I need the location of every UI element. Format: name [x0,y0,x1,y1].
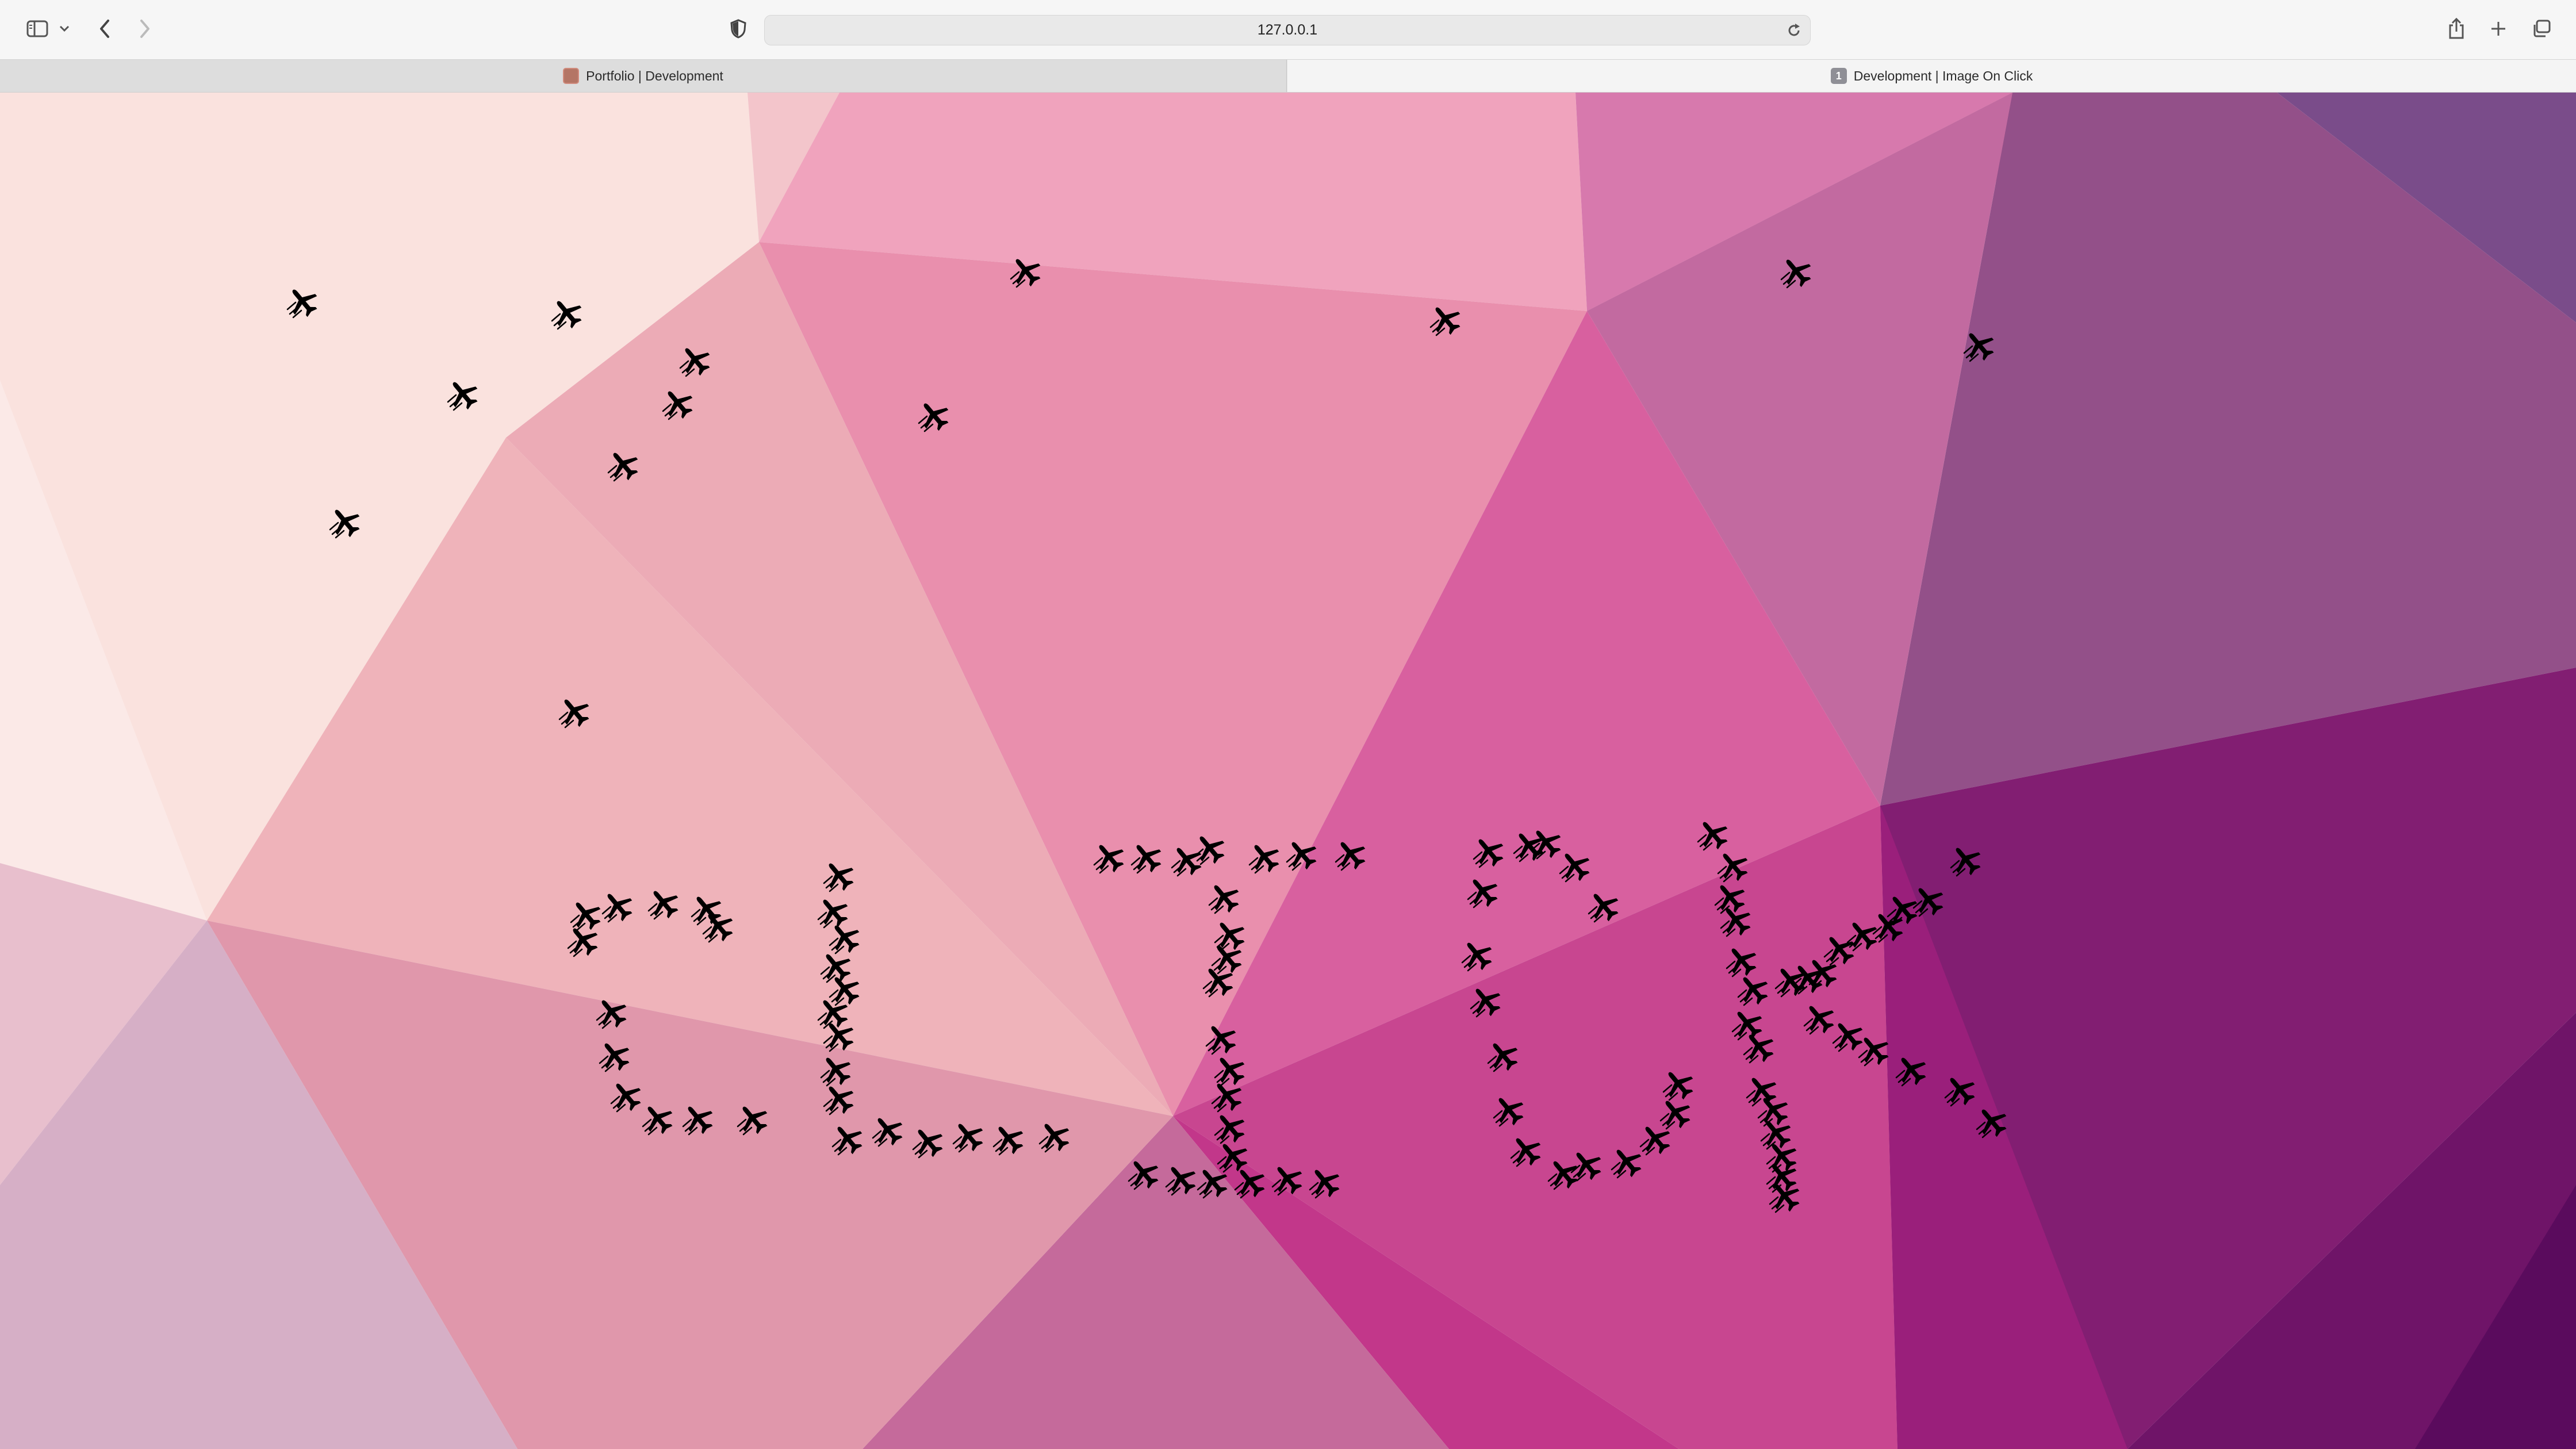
tab-overview-button[interactable] [2528,12,2555,46]
airplane-icon [1973,1103,2011,1141]
airplane-icon [1948,841,1985,879]
airplane-icon [1485,1037,1523,1075]
airplane-icon [915,397,953,435]
back-button[interactable] [92,12,117,46]
address-text: 127.0.0.1 [1257,22,1318,38]
airplane-icon [660,385,697,423]
airplane-icon [1910,881,1948,919]
airplane-icon [1459,936,1497,974]
airplane-icon [680,1100,718,1138]
airplane-icon [1508,1132,1546,1170]
airplane-icon [1306,1163,1344,1201]
tab-overview-icon [2532,20,2551,38]
airplane-icon [1128,838,1166,876]
tab-bar: Portfolio | Development 1 Development | … [0,59,2576,93]
page-canvas[interactable] [0,93,2576,1449]
privacy-report-button[interactable] [726,12,751,46]
airplane-icon [869,1111,907,1149]
airplane-icon [1961,327,1999,365]
airplane-icon [910,1123,948,1161]
airplane-icon [990,1120,1028,1158]
airplane-icon [829,1120,867,1158]
airplane-icon [1091,838,1129,876]
sidebar-toggle-button[interactable] [22,12,53,46]
airplane-icon [821,1017,858,1055]
airplane-icon [565,922,603,960]
airplane-icon [1470,833,1508,871]
share-icon [2448,18,2465,40]
airplane-icon [1585,887,1623,925]
airplane-icon [1490,1091,1528,1129]
airplane-icon [1465,873,1502,911]
airplane-icon [677,342,715,379]
airplane-icon [700,907,738,945]
tab-portfolio[interactable]: Portfolio | Development [0,60,1287,92]
airplane-icon [1269,1160,1307,1198]
airplane-icon [1125,1155,1163,1193]
tab-image-on-click[interactable]: 1 Development | Image On Click [1287,60,2576,92]
new-tab-button[interactable] [2486,12,2511,46]
airplane-icon [1893,1051,1931,1089]
airplane-icon [821,857,858,895]
airplane-icon [1007,252,1045,290]
forward-button[interactable] [132,12,158,46]
airplane-icon [645,884,683,922]
privacy-shield-icon [730,19,747,39]
number-badge-favicon-icon: 1 [1830,68,1847,84]
tab-label: Development | Image On Click [1853,68,2033,83]
share-button[interactable] [2444,12,2469,46]
airplane-icon [821,1080,858,1118]
airplane-icon [1718,902,1755,940]
airplane-icon [549,294,586,332]
airplane-icon [1036,1117,1074,1155]
airplane-icon [596,1037,634,1075]
airplane-icon [1467,982,1505,1020]
airplane-icon [1246,838,1284,876]
airplane-icon [1735,971,1773,1009]
new-tab-plus-icon [2490,20,2507,37]
airplane-icon [599,887,637,925]
airplane-icon [605,446,643,484]
airplane-icon [556,693,594,731]
airplane-icon [1778,253,1816,291]
forward-arrow-icon [139,19,151,39]
sidebar-menu-button[interactable] [56,12,73,46]
airplane-icon [1741,1028,1778,1066]
portrait-favicon-icon [563,68,580,84]
airplane-icon [950,1117,988,1155]
airplane-icon [1200,962,1238,1000]
reload-icon[interactable] [1786,22,1802,41]
airplane-icon [284,283,322,321]
airplane-icon [1856,1031,1893,1069]
airplane-icon [1283,835,1321,873]
airplane-icon [1568,1146,1606,1184]
airplane-icon [1206,879,1244,917]
airplane-sprite-layer [0,93,2576,1449]
airplane-icon [1232,1163,1270,1201]
airplane-icon [327,503,365,541]
chevron-down-icon [59,25,70,32]
tab-label: Portfolio | Development [586,68,723,83]
browser-toolbar: 127.0.0.1 [0,0,2576,59]
airplane-icon [734,1100,772,1138]
airplane-icon [1194,1163,1232,1201]
back-arrow-icon [99,19,110,39]
airplane-icon [639,1100,677,1138]
airplane-icon [1660,1065,1698,1103]
airplane-icon [444,375,482,413]
airplane-icon [1427,301,1465,339]
airplane-icon [1191,830,1229,868]
address-bar[interactable]: 127.0.0.1 [764,15,1811,45]
airplane-icon [1557,847,1594,885]
airplane-icon [593,994,631,1032]
airplane-icon [1332,835,1370,873]
airplane-icon [1766,1178,1804,1216]
sidebar-icon [26,20,48,37]
